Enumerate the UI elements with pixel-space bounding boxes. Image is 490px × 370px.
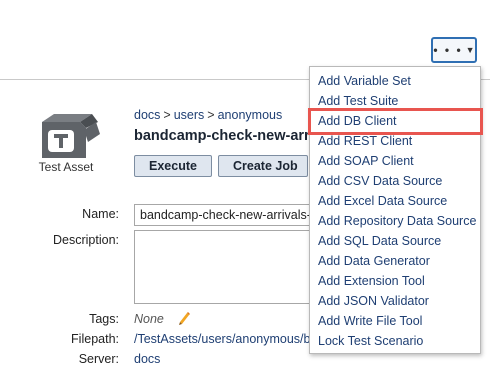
asset-type-caption: Test Asset (38, 160, 94, 174)
description-label: Description: (53, 233, 119, 247)
breadcrumb: docs > users > anonymous (134, 108, 282, 122)
test-asset-page: • • • ▼ Test Asset docs > users > anonymous … (0, 0, 490, 370)
menu-item-lock-test-scenario[interactable]: Lock Test Scenario (318, 331, 423, 351)
menu-item-add-csv-data-source[interactable]: Add CSV Data Source (318, 171, 442, 191)
menu-item-add-write-file-tool[interactable]: Add Write File Tool (318, 311, 422, 331)
filepath-link[interactable]: /TestAssets/users/anonymous/ba (134, 332, 309, 346)
menu-item-add-rest-client[interactable]: Add REST Client (318, 131, 412, 151)
breadcrumb-separator: > (207, 108, 215, 122)
menu-item-add-sql-data-source[interactable]: Add SQL Data Source (318, 231, 441, 251)
menu-item-add-excel-data-source[interactable]: Add Excel Data Source (318, 191, 447, 211)
breadcrumb-anonymous[interactable]: anonymous (218, 108, 283, 122)
execute-button[interactable]: Execute (134, 155, 212, 177)
menu-item-add-db-client[interactable]: Add DB Client (318, 111, 397, 131)
tags-label: Tags: (89, 312, 119, 326)
menu-item-add-test-suite[interactable]: Add Test Suite (318, 91, 398, 111)
more-actions-button[interactable]: • • • ▼ (431, 37, 477, 63)
breadcrumb-users[interactable]: users (174, 108, 205, 122)
menu-item-add-extension-tool[interactable]: Add Extension Tool (318, 271, 425, 291)
name-label: Name: (82, 207, 119, 221)
menu-item-add-soap-client[interactable]: Add SOAP Client (318, 151, 414, 171)
create-job-button[interactable]: Create Job (218, 155, 308, 177)
menu-item-add-json-validator[interactable]: Add JSON Validator (318, 291, 429, 311)
server-link[interactable]: docs (134, 352, 160, 366)
menu-item-add-variable-set[interactable]: Add Variable Set (318, 71, 411, 91)
filepath-label: Filepath: (71, 332, 119, 346)
caret-down-icon: ▼ (465, 44, 475, 55)
test-asset-box-icon (42, 114, 100, 158)
breadcrumb-docs[interactable]: docs (134, 108, 160, 122)
server-label: Server: (78, 352, 119, 366)
more-actions-menu: Add Variable Set Add Test Suite Add DB C… (309, 66, 481, 354)
menu-item-add-repository-data-source[interactable]: Add Repository Data Source (318, 211, 476, 231)
pencil-icon[interactable] (177, 311, 191, 325)
ellipsis-icon: • • • (433, 43, 463, 57)
name-field[interactable] (134, 204, 334, 226)
menu-item-add-data-generator[interactable]: Add Data Generator (318, 251, 430, 271)
description-field[interactable] (134, 230, 334, 304)
breadcrumb-separator: > (163, 108, 171, 122)
tags-value: None (134, 312, 164, 326)
